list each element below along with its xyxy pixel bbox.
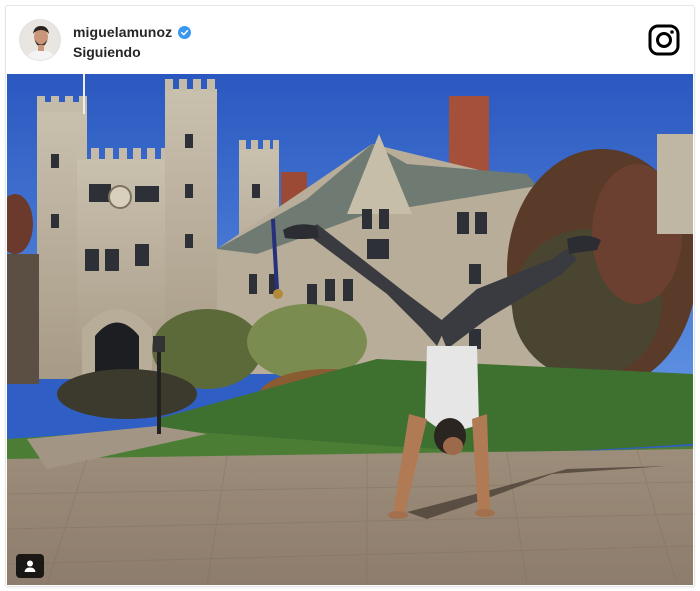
instagram-icon[interactable] xyxy=(648,24,680,56)
user-tag-icon[interactable] xyxy=(16,554,44,578)
instagram-post-card: miguelamunoz Siguiendo xyxy=(5,5,695,587)
avatar[interactable] xyxy=(19,19,61,61)
post-photo[interactable] xyxy=(7,74,693,585)
verified-badge-icon xyxy=(178,25,192,39)
username[interactable]: miguelamunoz xyxy=(73,24,172,40)
post-header: miguelamunoz Siguiendo xyxy=(6,6,694,74)
follow-status[interactable]: Siguiendo xyxy=(73,44,141,60)
username-row: miguelamunoz xyxy=(73,24,192,40)
